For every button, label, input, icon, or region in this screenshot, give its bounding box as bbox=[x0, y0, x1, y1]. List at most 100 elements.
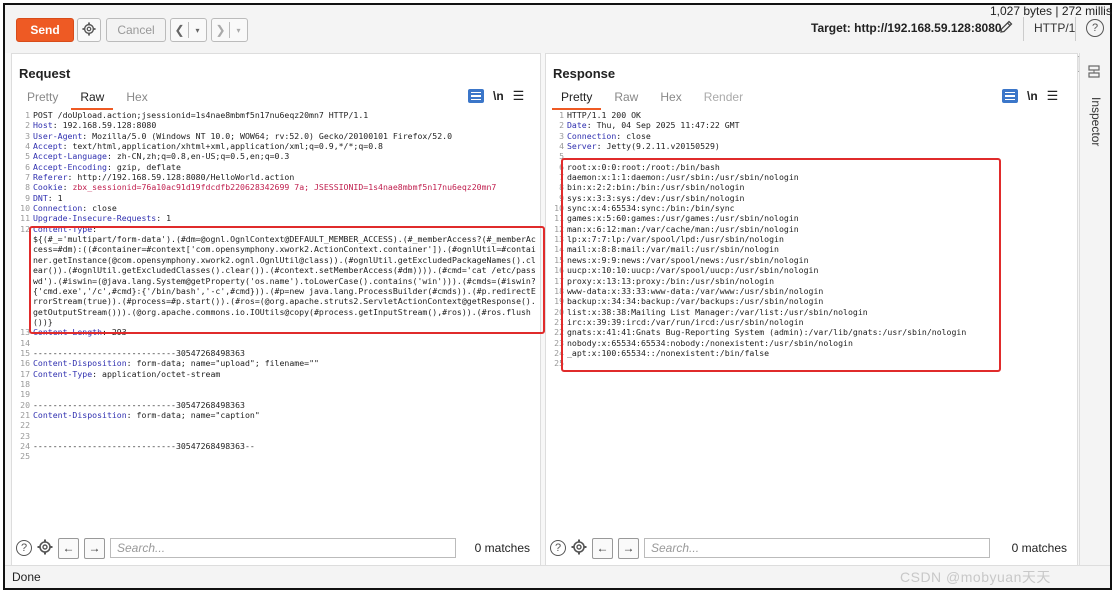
line-number: 23 bbox=[554, 337, 564, 348]
line-number: 12 bbox=[554, 223, 564, 234]
line-value: sync:x:4:65534:sync:/bin:/bin/sync bbox=[567, 203, 735, 214]
forward-button[interactable]: ❯ ▾ bbox=[211, 18, 248, 42]
line-text: HTTP/1.1 200 OK bbox=[567, 110, 1073, 120]
code-line: 10 Connection: close bbox=[16, 203, 536, 213]
pencil-icon bbox=[998, 19, 1014, 38]
line-value: bin:x:2:2:bin:/bin:/usr/sbin/nologin bbox=[567, 182, 745, 193]
line-number: 22 bbox=[20, 420, 30, 431]
line-text: gnats:x:41:41:Gnats Bug-Reporting System… bbox=[567, 327, 1073, 337]
settings-button[interactable] bbox=[77, 18, 101, 42]
status-text: Done bbox=[12, 570, 41, 584]
line-number: 12 bbox=[20, 223, 30, 234]
line-text: Upgrade-Insecure-Requests: 1 bbox=[33, 213, 172, 224]
line-number: 8 bbox=[25, 182, 30, 193]
line-number: 7 bbox=[559, 172, 564, 183]
send-button[interactable]: Send bbox=[16, 18, 74, 42]
line-number: 17 bbox=[554, 275, 564, 286]
code-line: 22 gnats:x:41:41:Gnats Bug-Reporting Syst… bbox=[550, 327, 1073, 337]
line-number: 19 bbox=[554, 296, 564, 307]
tab-render[interactable]: Render bbox=[693, 88, 754, 106]
divider bbox=[1075, 17, 1076, 41]
line-number: 7 bbox=[25, 172, 30, 183]
arrow-left-icon[interactable]: ← bbox=[592, 537, 613, 559]
settings-icon[interactable] bbox=[571, 539, 587, 558]
code-line: 17 Content-Type: application/octet-stream bbox=[16, 369, 536, 379]
code-line: 9 DNT: 1 bbox=[16, 193, 536, 203]
tab-raw[interactable]: Raw bbox=[69, 88, 115, 110]
code-line: 22 bbox=[16, 420, 536, 430]
cancel-button[interactable]: Cancel bbox=[106, 18, 166, 42]
dropdown-icon[interactable]: ▾ bbox=[189, 26, 206, 35]
code-line: ${(#_='multipart/form-data').(#dm=@ognl.… bbox=[16, 234, 536, 327]
arrow-left-icon[interactable]: ← bbox=[58, 537, 79, 559]
line-number: 9 bbox=[25, 192, 30, 203]
line-text: _apt:x:100:65534::/nonexistent:/bin/fals… bbox=[567, 348, 1073, 358]
code-line: 6 Accept-Encoding: gzip, deflate bbox=[16, 162, 536, 172]
response-editor[interactable]: 1 HTTP/1.1 200 OK 2 Date: Thu, 04 Sep 2025 … bbox=[550, 110, 1073, 529]
dropdown-icon[interactable]: ▾ bbox=[230, 26, 247, 35]
help-icon[interactable]: ? bbox=[16, 540, 32, 556]
line-text bbox=[33, 431, 536, 441]
help-icon[interactable]: ? bbox=[550, 540, 566, 556]
line-text: bin:x:2:2:bin:/bin:/usr/sbin/nologin bbox=[567, 182, 1073, 192]
divider bbox=[1023, 17, 1024, 41]
target-label: Target: http://192.168.59.128:8080 bbox=[811, 21, 1002, 35]
line-value: text/html,application/xhtml+xml,applicat… bbox=[67, 141, 383, 152]
line-text: daemon:x:1:1:daemon:/usr/sbin:/usr/sbin/… bbox=[567, 172, 1073, 182]
menu-icon[interactable]: ☰ bbox=[513, 88, 525, 104]
tab-hex[interactable]: Hex bbox=[649, 88, 692, 106]
code-line: 5 bbox=[550, 151, 1073, 161]
code-line: 6 root:x:0:0:root:/root:/bin/bash bbox=[550, 162, 1073, 172]
tab-raw[interactable]: Raw bbox=[603, 88, 649, 106]
code-line: 13 Content-Length: 293 bbox=[16, 327, 536, 337]
help-icon[interactable]: ? bbox=[1086, 19, 1104, 37]
line-number: 22 bbox=[554, 327, 564, 338]
line-value: 293 bbox=[106, 327, 127, 338]
response-search-input[interactable]: Search... bbox=[644, 538, 990, 558]
code-line: 24 _apt:x:100:65534::/nonexistent:/bin/fa… bbox=[550, 348, 1073, 358]
inspector-icon[interactable] bbox=[1087, 65, 1101, 82]
code-line: 17 proxy:x:13:13:proxy:/bin:/usr/sbin/nol… bbox=[550, 276, 1073, 286]
line-text bbox=[33, 420, 536, 430]
request-match-count: 0 matches bbox=[474, 541, 530, 555]
header-key: Accept-Language bbox=[33, 151, 107, 162]
inspector-tab[interactable]: Inspector bbox=[1089, 97, 1103, 146]
tab-pretty[interactable]: Pretty bbox=[550, 88, 603, 110]
line-text: nobody:x:65534:65534:nobody:/nonexistent… bbox=[567, 338, 1073, 348]
code-line: 11 games:x:5:60:games:/usr/games:/usr/sbi… bbox=[550, 213, 1073, 223]
line-value: application/octet-stream bbox=[97, 368, 221, 379]
line-text bbox=[33, 389, 536, 399]
tab-hex[interactable]: Hex bbox=[115, 88, 158, 106]
request-search-input[interactable]: Search... bbox=[110, 538, 456, 558]
code-line: 2 Host: 192.168.59.128:8080 bbox=[16, 120, 536, 130]
wrap-icon[interactable] bbox=[468, 89, 484, 103]
line-text: -----------------------------30547268498… bbox=[33, 400, 536, 410]
line-value: games:x:5:60:games:/usr/games:/usr/sbin/… bbox=[567, 213, 799, 224]
tab-pretty[interactable]: Pretty bbox=[16, 88, 69, 106]
edit-target-button[interactable] bbox=[997, 19, 1015, 37]
line-number: 16 bbox=[554, 265, 564, 276]
wrap-icon[interactable] bbox=[1002, 89, 1018, 103]
line-text: sync:x:4:65534:sync:/bin:/bin/sync bbox=[567, 203, 1073, 213]
line-number: 17 bbox=[20, 368, 30, 379]
line-value: gnats:x:41:41:Gnats Bug-Reporting System… bbox=[567, 327, 967, 338]
header-key: Content-Disposition bbox=[33, 358, 127, 369]
arrow-right-icon[interactable]: → bbox=[618, 537, 639, 559]
line-text: list:x:38:38:Mailing List Manager:/var/l… bbox=[567, 307, 1073, 317]
http-version-toggle[interactable]: HTTP/1 bbox=[1034, 21, 1075, 35]
newline-toggle[interactable]: \n bbox=[1027, 89, 1038, 103]
line-number: 5 bbox=[25, 151, 30, 162]
request-editor[interactable]: 1 POST /doUpload.action;jsessionid=1s4nae… bbox=[16, 110, 536, 529]
arrow-right-icon[interactable]: → bbox=[84, 537, 105, 559]
menu-icon[interactable]: ☰ bbox=[1047, 88, 1059, 104]
settings-icon[interactable] bbox=[37, 539, 53, 558]
line-value: www-data:x:33:33:www-data:/var/www:/usr/… bbox=[567, 285, 824, 296]
line-text: POST /doUpload.action;jsessionid=1s4nae8… bbox=[33, 110, 536, 120]
request-title: Request bbox=[19, 66, 71, 81]
newline-toggle[interactable]: \n bbox=[493, 89, 504, 103]
watermark: CSDN @mobyuan天天 bbox=[900, 569, 1051, 585]
code-line: 14 bbox=[16, 338, 536, 348]
line-number: 6 bbox=[25, 161, 30, 172]
line-number: 13 bbox=[554, 234, 564, 245]
back-button[interactable]: ❮ ▾ bbox=[170, 18, 207, 42]
